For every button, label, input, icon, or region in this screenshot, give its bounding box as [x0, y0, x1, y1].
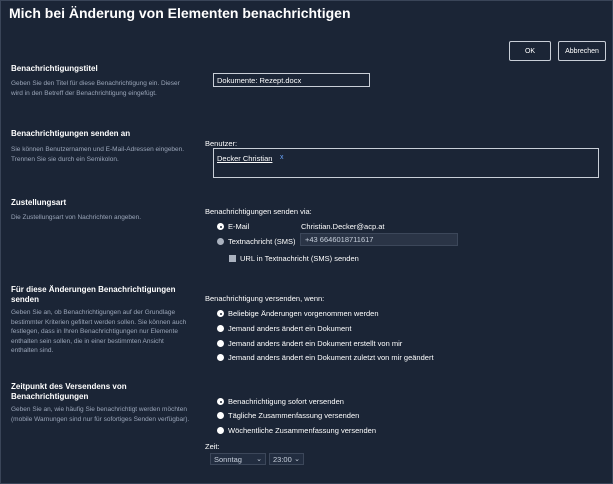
users-picker[interactable]: Decker Christian x — [213, 148, 599, 178]
send-via-label: Benachrichtigungen senden via: — [205, 207, 312, 216]
section-desc-changes: Geben Sie an, ob Benachrichtigungen auf … — [11, 309, 187, 354]
users-label: Benutzer: — [205, 139, 238, 148]
alert-title-input[interactable]: Dokumente: Rezept.docx — [213, 73, 370, 87]
radio-change-created-label: Jemand anders ändert ein Dokument erstel… — [228, 339, 403, 348]
section-heading-timing-line2: Benachrichtigungen — [11, 392, 89, 401]
radio-change-created-icon[interactable] — [217, 340, 224, 347]
radio-sms-label: Textnachricht (SMS) — [228, 237, 296, 246]
day-select-value: Sonntag — [214, 454, 242, 464]
radio-change-modified-icon[interactable] — [217, 354, 224, 361]
send-when-label: Benachrichtigung versenden, wenn: — [205, 294, 325, 303]
section-heading-timing: Zeitpunkt des Versendens von Benachricht… — [11, 382, 127, 402]
radio-email[interactable]: E-Mail — [217, 222, 249, 231]
radio-email-label: E-Mail — [228, 222, 250, 231]
chevron-down-icon: ⌄ — [256, 456, 262, 463]
radio-timing-weekly-icon[interactable] — [217, 427, 224, 434]
radio-timing-immediate[interactable]: Benachrichtigung sofort versenden — [217, 397, 344, 406]
radio-timing-weekly-label: Wöchentliche Zusammenfassung versenden — [228, 426, 376, 435]
alert-dialog: Mich bei Änderung von Elementen benachri… — [0, 0, 613, 484]
hour-select-value: 23:00 — [273, 454, 292, 464]
radio-timing-daily-label: Tägliche Zusammenfassung versenden — [228, 411, 360, 420]
email-address: Christian.Decker@acp.at — [301, 222, 385, 231]
checkbox-url-sms[interactable]: URL in Textnachricht (SMS) senden — [229, 254, 359, 263]
day-select[interactable]: Sonntag ⌄ — [210, 453, 266, 465]
radio-timing-weekly[interactable]: Wöchentliche Zusammenfassung versenden — [217, 426, 376, 435]
radio-change-any-label: Beliebige Änderungen vorgenommen werden — [228, 309, 379, 318]
radio-timing-daily[interactable]: Tägliche Zusammenfassung versenden — [217, 411, 359, 420]
user-token[interactable]: Decker Christian — [217, 154, 272, 163]
section-heading-timing-line1: Zeitpunkt des Versendens von — [11, 382, 127, 391]
ok-button[interactable]: OK — [509, 41, 551, 61]
url-sms-checkbox-icon[interactable] — [229, 255, 236, 262]
radio-change-other[interactable]: Jemand anders ändert ein Dokument — [217, 324, 351, 333]
cancel-button[interactable]: Abbrechen — [558, 41, 606, 61]
section-heading-title: Benachrichtigungstitel — [11, 64, 98, 73]
section-desc-title: Geben Sie den Titel für diese Benachrich… — [11, 80, 180, 97]
radio-timing-daily-icon[interactable] — [217, 412, 224, 419]
section-heading-send-to: Benachrichtigungen senden an — [11, 129, 131, 138]
section-heading-changes: Für diese Änderungen Benachrichtigungen … — [11, 285, 175, 305]
remove-user-icon[interactable]: x — [280, 154, 284, 161]
radio-change-any[interactable]: Beliebige Änderungen vorgenommen werden — [217, 309, 379, 318]
sms-number-input[interactable]: +43 6646018711617 — [300, 233, 458, 246]
radio-sms-icon[interactable] — [217, 238, 224, 245]
section-desc-delivery: Die Zustellungsart von Nachrichten angeb… — [11, 214, 142, 221]
time-label: Zeit: — [205, 442, 220, 451]
section-desc-timing: Geben Sie an, wie häufig Sie benachricht… — [11, 406, 190, 423]
chevron-down-icon: ⌄ — [294, 456, 300, 463]
radio-change-other-label: Jemand anders ändert ein Dokument — [228, 324, 352, 333]
url-sms-label: URL in Textnachricht (SMS) senden — [240, 254, 359, 263]
section-heading-changes-line1: Für diese Änderungen Benachrichtigungen — [11, 285, 176, 294]
hour-select[interactable]: 23:00 ⌄ — [269, 453, 304, 465]
radio-change-any-icon[interactable] — [217, 310, 224, 317]
radio-change-modified-label: Jemand anders ändert ein Dokument zuletz… — [228, 353, 434, 362]
dialog-title: Mich bei Änderung von Elementen benachri… — [9, 5, 351, 21]
section-heading-delivery: Zustellungsart — [11, 198, 67, 207]
radio-change-modified[interactable]: Jemand anders ändert ein Dokument zuletz… — [217, 353, 434, 362]
radio-change-created[interactable]: Jemand anders ändert ein Dokument erstel… — [217, 339, 402, 348]
radio-change-other-icon[interactable] — [217, 325, 224, 332]
section-heading-changes-line2: senden — [11, 295, 40, 304]
radio-email-icon[interactable] — [217, 223, 224, 230]
radio-timing-immediate-label: Benachrichtigung sofort versenden — [228, 397, 344, 406]
radio-timing-immediate-icon[interactable] — [217, 398, 224, 405]
section-desc-send-to: Sie können Benutzernamen und E-Mail-Adre… — [11, 146, 185, 163]
radio-sms[interactable]: Textnachricht (SMS) — [217, 237, 296, 246]
